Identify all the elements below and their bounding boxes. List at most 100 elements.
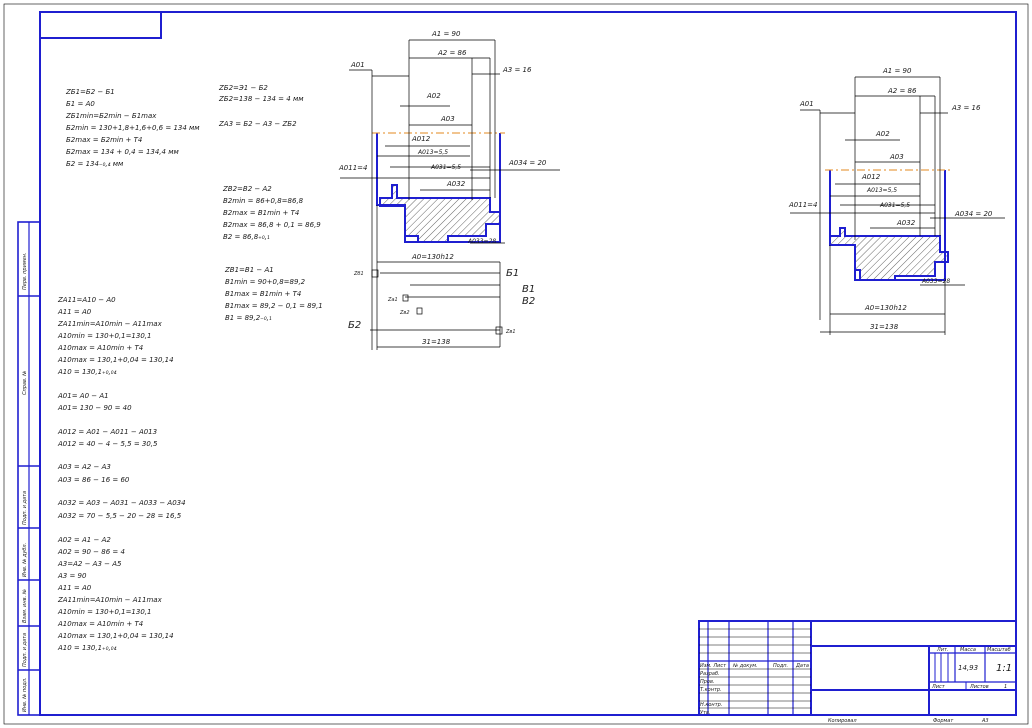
calc-line: В2min = 86+0,8=86,8 xyxy=(223,197,304,205)
calc-line: В2max = 86,8 + 0,1 = 86,9 xyxy=(223,221,321,229)
dim-a013-2: А013=5,5 xyxy=(866,187,897,194)
dim-a2: А2 = 86 xyxy=(437,49,467,57)
tb-row-label: Утв. xyxy=(700,710,711,716)
dim-a03: А03 xyxy=(440,115,455,123)
dim-a012: А012 xyxy=(411,135,431,143)
calc-line: А012 = 40 − 4 − 5,5 = 30,5 xyxy=(57,440,158,448)
dim-a032-2: А032 xyxy=(896,219,916,227)
dim-a0: А0=130h12 xyxy=(411,253,454,261)
dim-a2-2: А2 = 86 xyxy=(887,87,917,95)
dim-a3-2: А3 = 16 xyxy=(951,104,981,112)
calc-line: А032 = А03 − А031 − А033 − А034 xyxy=(57,499,186,507)
calc-line: А10max = 130,1+0,04 = 130,14 xyxy=(57,356,174,364)
strip-label-2: Справ. № xyxy=(22,371,28,395)
dim-a032: А032 xyxy=(446,180,466,188)
dim-zv2: Zв2 xyxy=(399,310,410,316)
calc-line: ZВ2=В2 − А2 xyxy=(222,185,272,193)
tb-col-label: № докум. xyxy=(732,663,758,669)
copied-label: Копировал xyxy=(828,718,857,724)
left-strip: Перв. примен. Справ. № Подп. и дата Инв.… xyxy=(17,221,41,716)
dim-a034: А034 = 20 xyxy=(508,159,547,167)
tb-col-label: Дата xyxy=(795,663,809,669)
dim-za1: Zа1 xyxy=(387,297,398,303)
calc-line: А02 = 90 − 86 = 4 xyxy=(57,548,125,556)
dim-a011-2: А011=4 xyxy=(788,201,817,209)
calc-line: А10 = 130,1₊₀,₀₄ xyxy=(57,644,117,652)
dim-a031: А031=5,5 xyxy=(430,164,461,171)
tb-col-label: Подп. xyxy=(773,663,788,669)
calc-line: ZВ1=В1 − А1 xyxy=(224,266,274,274)
dim-a1: А1 = 90 xyxy=(431,30,461,38)
sheet-outer-border xyxy=(3,3,1029,725)
calc-line: ZА11=А10 − А0 xyxy=(57,296,116,304)
dim-a3: А3 = 16 xyxy=(502,66,532,74)
dim-a03-2: А03 xyxy=(889,153,904,161)
calc-line: А03 = А2 − А3 xyxy=(57,463,111,471)
calc-line: В1min = 90+0,8=89,2 xyxy=(225,278,306,286)
calc-line: В2max = В1min + T4 xyxy=(223,209,299,217)
strip-label-5: Взам. инв. № xyxy=(22,589,28,623)
tb-scale-label: Масштаб xyxy=(987,647,1011,653)
calc-line: А11 = А0 xyxy=(57,584,92,592)
dim-a011: А011=4 xyxy=(338,164,367,172)
calc-line: А01= 130 − 90 = 40 xyxy=(57,404,132,412)
dim-a033-2: А033=28 xyxy=(921,278,950,285)
dim-a02-2: А02 xyxy=(875,130,890,138)
ref-marker xyxy=(495,326,503,335)
calc-line: ZА3 = Б2 − А3 − ZБ2 xyxy=(218,120,297,128)
calc-line: В2 = 86,8₊₀,₁ xyxy=(223,233,270,241)
tb-row-label: Т.контр. xyxy=(700,687,722,693)
calc-line: А10max = 130,1+0,04 = 130,14 xyxy=(57,632,174,640)
dim-a034-2: А034 = 20 xyxy=(954,210,993,218)
dim-v1: В1 xyxy=(522,284,535,295)
dim-a0-2: А0=130h12 xyxy=(864,304,907,312)
dim-a01-2: А01 xyxy=(799,100,814,108)
designation-box xyxy=(39,11,162,39)
calc-block-mid1: ZБ2=Э1 − Б2 ZБ2=138 − 134 = 4 мм ZА3 = Б… xyxy=(218,84,304,128)
dim-a033: А033=28 xyxy=(467,238,496,245)
tb-row-label: Пров. xyxy=(700,679,715,685)
title-block: Изм. Лист Разраб. Пров. Т.контр. Н.контр… xyxy=(698,620,1017,716)
dim-a031-2: А031=5,5 xyxy=(879,202,910,209)
dim-b1: Б1 xyxy=(506,268,519,279)
drawing-sheet: Перв. примен. Справ. № Подп. и дата Инв.… xyxy=(3,3,1029,725)
tb-row-label: Разраб. xyxy=(700,671,720,677)
calc-line: В1max = В1min + T4 xyxy=(225,290,301,298)
calc-block-c: А012 = А01 − А011 − А013 А012 = 40 − 4 −… xyxy=(57,428,158,448)
tb-lit-label: Лит. xyxy=(936,647,949,653)
format-label: Формат xyxy=(933,718,954,724)
calc-block-f: А02 = А1 − А2 А02 = 90 − 86 = 4 А3=А2 − … xyxy=(57,536,174,652)
ref-marker xyxy=(416,307,423,315)
calc-block-mid4: ZВ1=В1 − А1 В1min = 90+0,8=89,2 В1max = … xyxy=(224,266,323,322)
tb-sheets-label: Листов xyxy=(969,684,989,690)
calc-line: А10 = 130,1₊₀,₀₄ xyxy=(57,368,117,376)
tb-row-label: Изм. Лист xyxy=(700,663,727,669)
calc-line: А11 = А0 xyxy=(57,308,92,316)
calc-line: А10min = 130+0,1=130,1 xyxy=(57,608,151,616)
calc-line: А3=А2 − А3 − А5 xyxy=(57,560,122,568)
tb-scale-value: 1:1 xyxy=(996,663,1012,674)
tb-row-label: Н.контр. xyxy=(700,702,722,708)
dim-zb1: Zб1 xyxy=(353,271,364,277)
part-section-1 xyxy=(379,184,501,243)
part-drawing-2: А1 = 90 А2 = 86 А3 = 16 А01 А02 А03 А012… xyxy=(788,67,1005,335)
sheet-frame xyxy=(39,11,1017,716)
tb-mass-value: 14,93 xyxy=(958,664,978,672)
calc-line: А012 = А01 − А011 − А013 xyxy=(57,428,157,436)
dim-a013: А013=5,5 xyxy=(417,149,448,156)
tb-sheets-value: 1 xyxy=(1004,684,1007,690)
strip-label-1: Перв. примен. xyxy=(22,252,28,290)
tb-mass-label: Масса xyxy=(960,647,976,653)
calc-block-d: А03 = А2 − А3 А03 = 86 − 16 = 60 xyxy=(57,463,130,484)
calc-line: Б2max = 134 + 0,4 = 134,4 мм xyxy=(66,148,179,156)
calc-line: А10min = 130+0,1=130,1 xyxy=(57,332,151,340)
calc-line: А3 = 90 xyxy=(57,572,87,580)
calc-line: А032 = 70 − 5,5 − 20 − 28 = 16,5 xyxy=(57,512,182,520)
calc-block-b: А01= А0 − А1 А01= 130 − 90 = 40 xyxy=(57,392,132,412)
calc-line: В1max = 89,2 − 0,1 = 89,1 xyxy=(225,302,323,310)
strip-label-3: Подп. и дата xyxy=(22,491,28,525)
part-drawing-1: А1 = 90 А2 = 86 А3 = 16 А01 А02 А03 А012… xyxy=(338,30,560,350)
calc-line: Б2max = Б2min + T4 xyxy=(66,136,142,144)
dim-a012-2: А012 xyxy=(861,173,881,181)
part-section-2 xyxy=(829,227,949,281)
